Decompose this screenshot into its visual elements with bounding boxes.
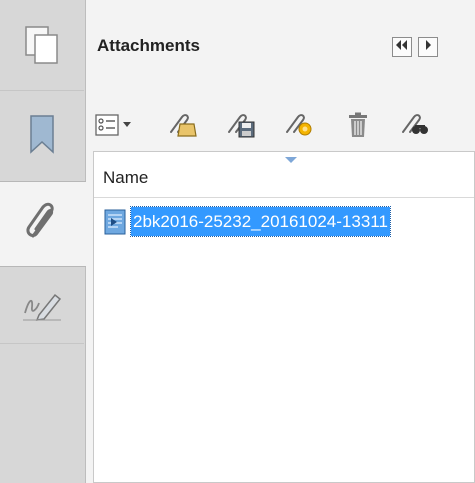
tab-pages[interactable] [0, 16, 84, 78]
panel-title: Attachments [97, 36, 200, 55]
rail-divider [0, 90, 84, 91]
delete-attachment-button[interactable] [344, 110, 372, 144]
chevron-right-icon [423, 38, 433, 56]
signature-icon [21, 289, 63, 328]
attachment-filename: 2bk2016-25232_20161024-13311 [130, 206, 391, 237]
save-attachment-icon [226, 112, 256, 143]
navigation-rail [0, 0, 86, 483]
search-attachments-button[interactable] [398, 110, 432, 144]
delete-icon [347, 112, 369, 143]
attachments-panel: Attachments Name 2bk2016-25232_20161024-… [86, 0, 475, 483]
panel-header: Attachments [86, 0, 475, 96]
sort-descending-icon [284, 152, 298, 170]
options-menu-button[interactable] [94, 110, 136, 144]
file-icon [104, 209, 128, 235]
pages-icon [24, 25, 60, 70]
tab-attachments[interactable] [0, 181, 86, 267]
double-chevron-left-icon [395, 38, 409, 56]
add-attachment-button[interactable] [282, 110, 316, 144]
column-header-name[interactable]: Name [94, 152, 474, 198]
attachments-list: Name 2bk2016-25232_20161024-13311 [93, 151, 475, 483]
paperclip-icon [23, 200, 63, 249]
rail-divider [0, 343, 84, 344]
collapse-button[interactable] [392, 37, 412, 57]
options-menu-icon [95, 113, 135, 141]
list-item[interactable]: 2bk2016-25232_20161024-13311 [104, 205, 474, 238]
bookmark-icon [27, 114, 57, 159]
search-attachments-icon [400, 112, 430, 143]
column-label: Name [103, 168, 149, 187]
add-attachment-icon [284, 112, 314, 143]
save-attachment-button[interactable] [224, 110, 258, 144]
open-attachment-button[interactable] [166, 110, 200, 144]
expand-button[interactable] [418, 37, 438, 57]
tab-bookmarks[interactable] [0, 100, 84, 172]
open-attachment-icon [168, 112, 198, 143]
attachments-toolbar [86, 110, 475, 150]
tab-signatures[interactable] [0, 283, 84, 333]
